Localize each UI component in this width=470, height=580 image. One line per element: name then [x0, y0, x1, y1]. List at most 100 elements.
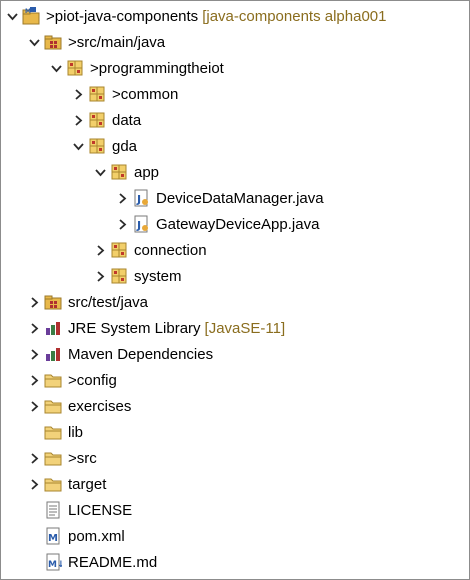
tree-item-label: app: [134, 163, 160, 181]
tree-item[interactable]: M > piot-java-components [java-components …: [1, 3, 470, 29]
folder-icon: [44, 475, 62, 493]
tree-item-label: programmingtheiot: [98, 59, 224, 77]
tree-item-label: Maven Dependencies: [68, 345, 214, 363]
source-folder-icon: [44, 293, 62, 311]
tree-item[interactable]: system: [1, 263, 470, 289]
chevron-right-icon[interactable]: [27, 289, 41, 315]
package-icon: [88, 85, 106, 103]
chevron-right-icon[interactable]: [71, 81, 85, 107]
chevron-right-icon[interactable]: [93, 263, 107, 289]
tree-item-label: README.md: [68, 553, 158, 571]
tree-item-label: data: [112, 111, 142, 129]
tree-item[interactable]: > programmingtheiot: [1, 55, 470, 81]
text-file-icon: [44, 501, 62, 519]
git-decorator: >: [112, 85, 121, 103]
tree-item-label: DeviceDataManager.java: [156, 189, 324, 207]
chevron-right-icon[interactable]: [27, 341, 41, 367]
chevron-right-icon[interactable]: [93, 237, 107, 263]
tree-item[interactable]: data: [1, 107, 470, 133]
tree-item-label: common: [120, 85, 179, 103]
tree-item-label: JRE System Library: [68, 319, 201, 337]
git-decorator: >: [68, 449, 77, 467]
tree-item-label: LICENSE: [68, 501, 133, 519]
tree-item[interactable]: Maven Dependencies: [1, 341, 470, 367]
tree-item[interactable]: src/test/java: [1, 289, 470, 315]
tree-item-label: config: [76, 371, 117, 389]
package-icon: [88, 111, 106, 129]
chevron-right-icon[interactable]: [27, 471, 41, 497]
package-icon: [110, 163, 128, 181]
tree-item[interactable]: J GatewayDeviceApp.java: [1, 211, 470, 237]
tree-item-label: target: [68, 475, 107, 493]
java-file-icon: J: [132, 215, 150, 233]
tree-item[interactable]: Mpom.xml: [1, 523, 470, 549]
tree-item-label: src/main/java: [76, 33, 166, 51]
tree-item[interactable]: > common: [1, 81, 470, 107]
chevron-down-icon[interactable]: [27, 29, 41, 55]
svg-text:M: M: [48, 533, 58, 544]
markdown-file-icon: M↓: [44, 553, 62, 571]
tree-item-label: lib: [68, 423, 84, 441]
tree-item-decoration: [java-components alpha001: [202, 7, 387, 25]
chevron-right-icon[interactable]: [71, 107, 85, 133]
project-explorer-tree: M > piot-java-components [java-components …: [0, 0, 470, 580]
folder-icon: [44, 371, 62, 389]
tree-item[interactable]: M↓ README.md: [1, 549, 470, 575]
tree-item[interactable]: > config: [1, 367, 470, 393]
package-icon: [66, 59, 84, 77]
svg-text:J: J: [136, 193, 141, 206]
svg-text:M↓: M↓: [48, 560, 62, 570]
tree-item-label: pom.xml: [68, 527, 125, 545]
tree-item[interactable]: target: [1, 471, 470, 497]
chevron-down-icon[interactable]: [49, 55, 63, 81]
tree-item-decoration: [JavaSE-11]: [204, 319, 286, 337]
git-decorator: >: [90, 59, 99, 77]
svg-text:J: J: [136, 219, 141, 232]
source-folder-icon: [44, 33, 62, 51]
package-icon: [110, 267, 128, 285]
folder-icon: [44, 423, 62, 441]
java-file-icon: J: [132, 189, 150, 207]
tree-item-label: connection: [134, 241, 207, 259]
tree-item[interactable]: > src/main/java: [1, 29, 470, 55]
tree-item-label: exercises: [68, 397, 132, 415]
tree-item[interactable]: exercises: [1, 393, 470, 419]
git-decorator: >: [68, 371, 77, 389]
maven-file-icon: M: [44, 527, 62, 545]
tree-item[interactable]: app: [1, 159, 470, 185]
tree-item-label: system: [134, 267, 182, 285]
folder-icon: [44, 449, 62, 467]
chevron-right-icon[interactable]: [27, 445, 41, 471]
tree-item[interactable]: JRE System Library [JavaSE-11]: [1, 315, 470, 341]
tree-item-label: src/test/java: [68, 293, 149, 311]
library-icon: [44, 345, 62, 363]
chevron-down-icon[interactable]: [93, 159, 107, 185]
library-icon: [44, 319, 62, 337]
tree-item[interactable]: LICENSE: [1, 497, 470, 523]
tree-item-label: GatewayDeviceApp.java: [156, 215, 320, 233]
tree-item[interactable]: J DeviceDataManager.java: [1, 185, 470, 211]
folder-icon: [44, 397, 62, 415]
package-icon: [110, 241, 128, 259]
tree-item-label: gda: [112, 137, 138, 155]
git-decorator: >: [68, 33, 77, 51]
tree-item[interactable]: connection: [1, 237, 470, 263]
chevron-right-icon[interactable]: [27, 393, 41, 419]
tree-item-label: piot-java-components: [54, 7, 199, 25]
tree-item[interactable]: > src: [1, 445, 470, 471]
chevron-right-icon[interactable]: [27, 315, 41, 341]
chevron-right-icon[interactable]: [115, 211, 129, 237]
tree-item[interactable]: lib: [1, 419, 470, 445]
chevron-right-icon[interactable]: [27, 367, 41, 393]
chevron-down-icon[interactable]: [5, 3, 19, 29]
chevron-right-icon[interactable]: [115, 185, 129, 211]
tree-item-label: src: [76, 449, 97, 467]
java-project-icon: M: [22, 7, 40, 25]
tree-item[interactable]: gda: [1, 133, 470, 159]
chevron-down-icon[interactable]: [71, 133, 85, 159]
package-icon: [88, 137, 106, 155]
